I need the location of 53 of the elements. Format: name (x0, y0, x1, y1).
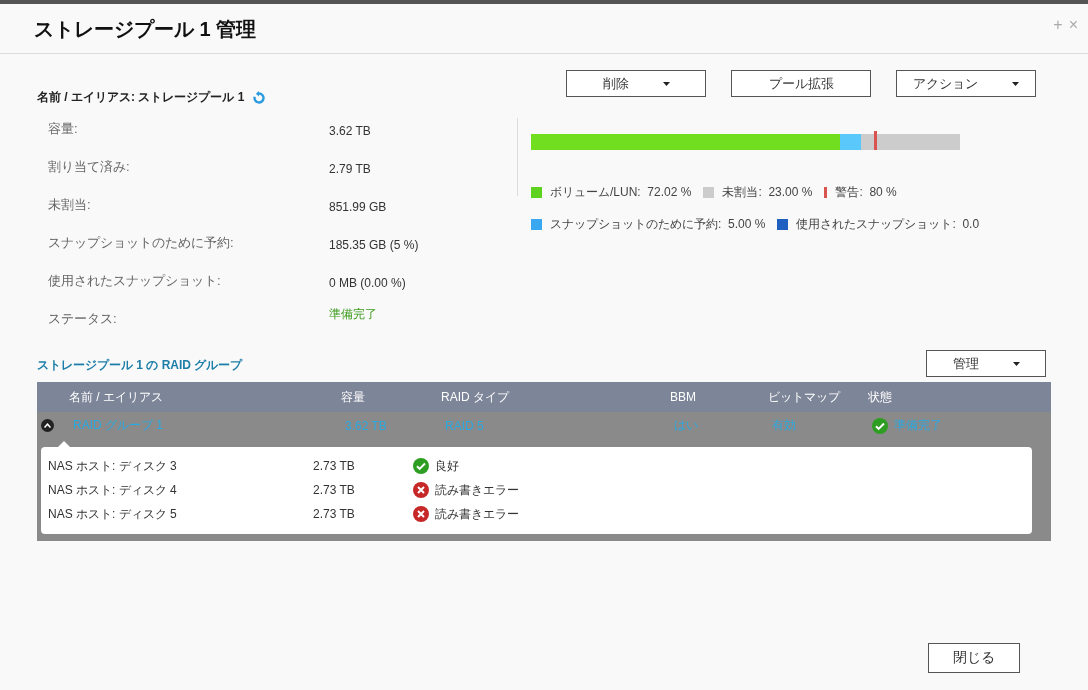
detail-label: ステータス: (48, 310, 118, 328)
window-title: ストレージプール 1 管理 (34, 17, 257, 42)
table-cell-text: NAS ホスト: ディスク 5 (48, 505, 178, 523)
table-cell-text: RAID 5 (445, 418, 485, 433)
column-header: 状態 (868, 388, 893, 406)
detail-label: 容量: (48, 120, 79, 138)
legend-label: 未割当: 23.00 % (722, 184, 813, 201)
detail-value: 3.62 TB (329, 123, 372, 140)
close-button[interactable]: 閉じる (928, 643, 1020, 673)
pool-name: 名前 / エイリアス: ストレージプール 1 (37, 89, 245, 106)
table-cell-text: 2.73 TB (313, 483, 356, 497)
manage-button[interactable]: 管理 (926, 350, 1046, 377)
action-button[interactable]: アクション (896, 70, 1036, 97)
table-cell-text: RAID グループ 1 (73, 417, 164, 434)
table-cell-text: はい (674, 417, 699, 434)
refresh-icon[interactable] (252, 90, 267, 105)
error-icon (413, 482, 429, 498)
status-text: 良好 (435, 457, 459, 475)
action-button[interactable]: プール拡張 (731, 70, 871, 97)
table-cell-text: 有効 (772, 417, 797, 434)
collapse-toggle[interactable] (41, 419, 54, 432)
legend-label: スナップショットのために予約: 5.00 % (550, 216, 766, 233)
detail-label: 使用されたスナップショット: (48, 272, 222, 290)
detail-label: 未割当: (48, 196, 92, 214)
detail-value: 851.99 GB (329, 199, 388, 216)
detail-value: 185.35 GB (5 %) (329, 237, 420, 254)
column-header: BBM (670, 390, 697, 404)
column-header: 容量 (341, 388, 366, 406)
detail-label: 割り当て済み: (48, 158, 131, 176)
check-icon (413, 458, 429, 474)
table-cell-text: 2.73 TB (313, 459, 356, 473)
legend-label: 使用されたスナップショット: 0.0 (796, 216, 980, 233)
column-header: RAID タイプ (441, 388, 511, 406)
detail-value: 2.79 TB (329, 161, 372, 178)
detail-value: 準備完了 (329, 306, 378, 323)
action-button[interactable]: 削除 (566, 70, 706, 97)
detail-label: スナップショットのために予約: (48, 234, 235, 252)
table-cell-text: NAS ホスト: ディスク 3 (48, 457, 178, 475)
error-icon (413, 506, 429, 522)
detail-value: 0 MB (0.00 %) (329, 275, 407, 292)
section-title: ストレージプール 1 の RAID グループ (37, 357, 243, 374)
table-cell-text: 3.62 TB (345, 418, 388, 433)
status-text: 読み書きエラー (435, 481, 519, 499)
table-cell-text: NAS ホスト: ディスク 4 (48, 481, 178, 499)
status-text: 読み書きエラー (435, 505, 519, 523)
column-header: 名前 / エイリアス (69, 388, 164, 406)
chevron-up-icon (44, 423, 51, 428)
check-icon (872, 417, 888, 434)
legend-label: ボリューム/LUN: 72.02 % (550, 184, 692, 201)
table-cell-text: 2.73 TB (313, 507, 356, 521)
column-header: ビットマップ (768, 388, 842, 406)
legend-label: 警告: 80 % (835, 184, 897, 201)
status-text: 準備完了 (894, 417, 942, 434)
